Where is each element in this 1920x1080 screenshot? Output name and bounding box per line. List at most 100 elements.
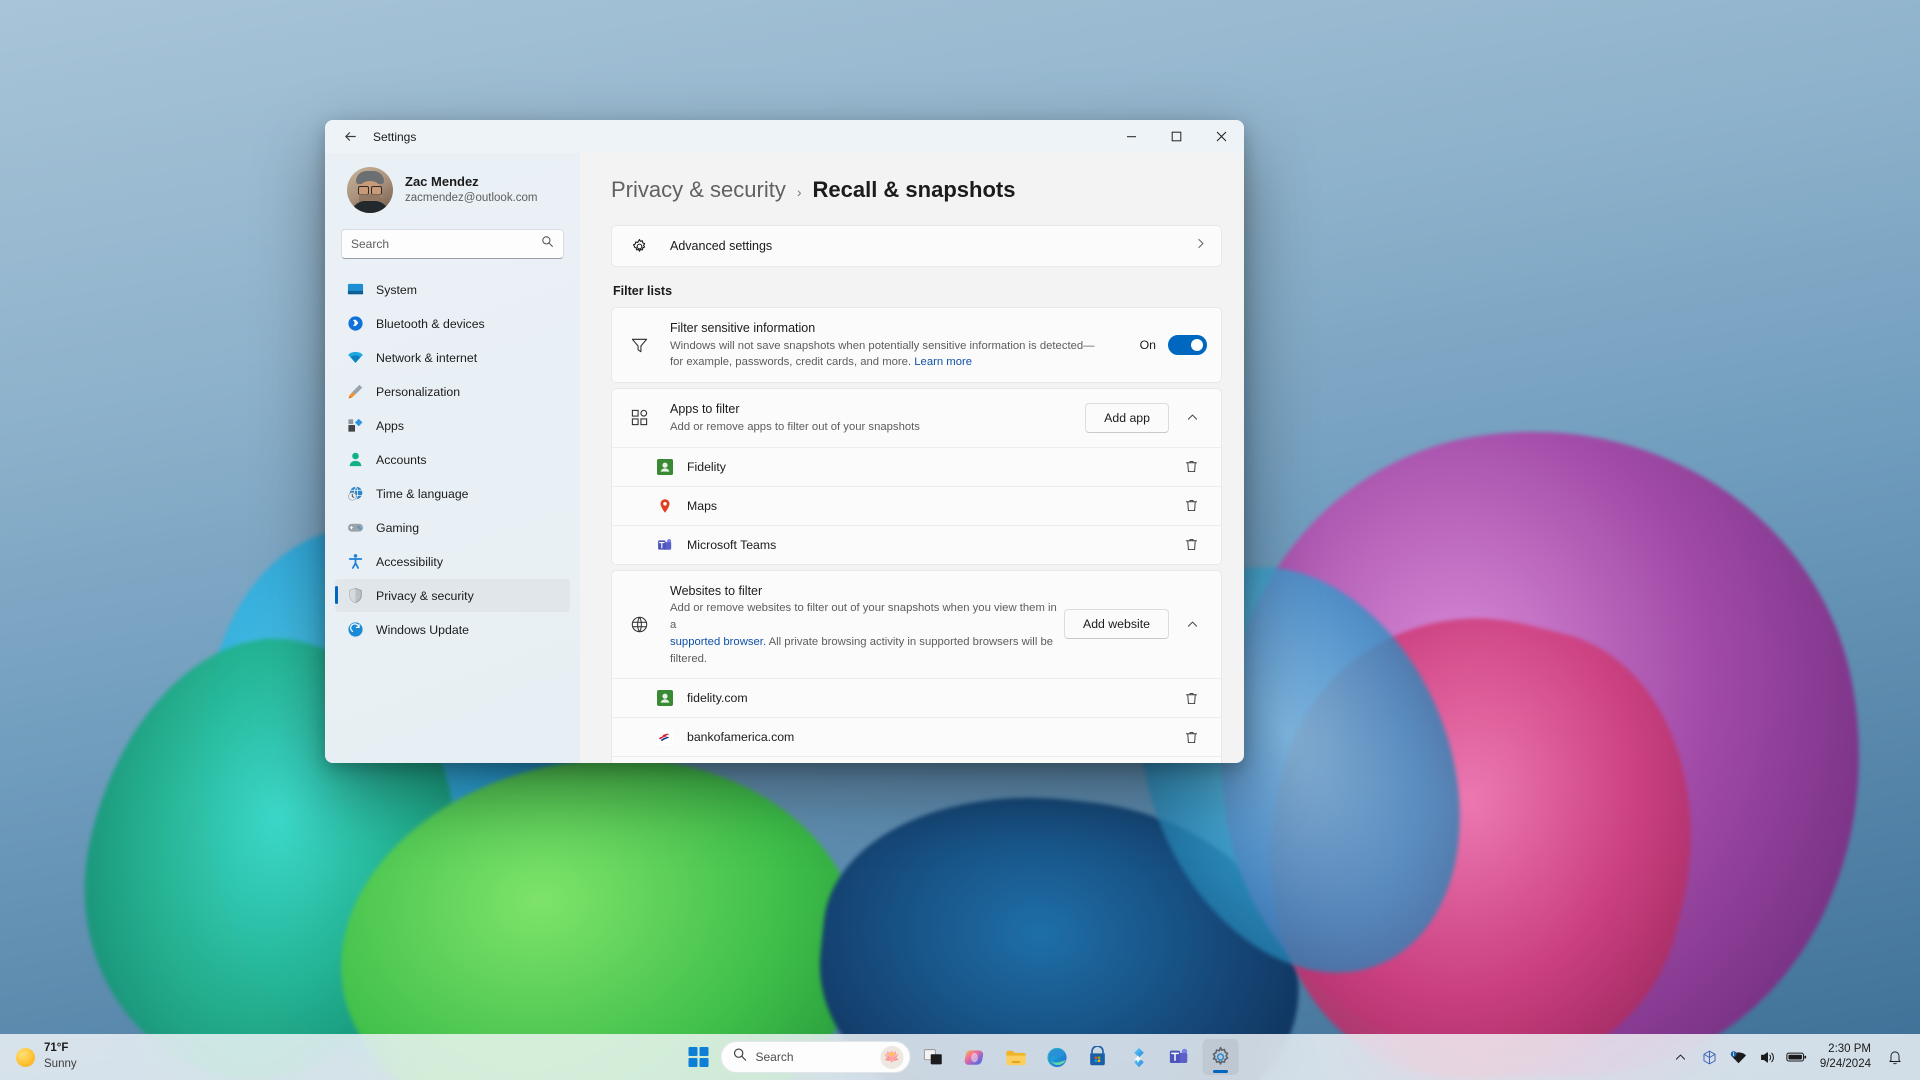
wifi-icon <box>347 349 364 366</box>
sidebar-nav: System Bluetooth & devices Network & int… <box>335 273 570 646</box>
sidebar-item-bluetooth-devices[interactable]: Bluetooth & devices <box>335 307 570 340</box>
volume-icon[interactable] <box>1754 1042 1781 1072</box>
list-item-label: Fidelity <box>687 459 726 474</box>
list-item[interactable]: bankofamerica.com <box>612 717 1221 757</box>
settings-window: Settings Zac Mendez zacmendez@outlook.co… <box>325 120 1244 763</box>
chevron-right-icon <box>1194 237 1207 255</box>
add-website-button[interactable]: Add website <box>1064 609 1169 640</box>
list-item-label: Microsoft Teams <box>687 537 777 552</box>
taskbar-app-sync[interactable] <box>1121 1039 1157 1075</box>
sidebar-item-gaming[interactable]: Gaming <box>335 511 570 544</box>
sidebar-item-apps[interactable]: Apps <box>335 409 570 442</box>
sun-icon <box>16 1047 35 1067</box>
sidebar-item-accounts[interactable]: Accounts <box>335 443 570 476</box>
taskbar-app-settings[interactable] <box>1202 1039 1239 1075</box>
avatar <box>347 167 393 213</box>
filter-sensitive-information-card: Filter sensitive information Windows wil… <box>611 307 1222 384</box>
list-item-label: bankofamerica.com <box>687 730 795 745</box>
supported-browser-link[interactable]: supported browser. <box>670 636 766 648</box>
taskbar-app-microsoft-teams[interactable] <box>1162 1039 1198 1075</box>
taskbar-app-copilot[interactable] <box>957 1039 993 1075</box>
list-item[interactable]: fidelity.com <box>612 678 1221 718</box>
list-item[interactable]: Maps <box>612 485 1221 525</box>
sidebar-item-label: Personalization <box>376 384 461 399</box>
filter-lists-heading: Filter lists <box>613 284 673 298</box>
trash-icon[interactable] <box>1177 762 1205 763</box>
profile-name: Zac Mendez <box>405 174 479 190</box>
weather-widget[interactable]: 71°F Sunny <box>0 1041 250 1072</box>
taskbar-center: Search 🪷 <box>682 1039 1239 1075</box>
breadcrumb-parent[interactable]: Privacy & security <box>611 177 786 203</box>
window-title: Settings <box>373 129 417 144</box>
bankofamerica-icon <box>657 729 673 746</box>
taskbar-search-box[interactable]: Search 🪷 <box>720 1041 911 1073</box>
apps-grid-icon <box>628 408 650 427</box>
network-icon[interactable] <box>1725 1042 1752 1072</box>
search-box[interactable] <box>341 229 564 259</box>
filter-sensitive-toggle[interactable] <box>1168 335 1207 356</box>
sidebar-item-personalization[interactable]: Personalization <box>335 375 570 408</box>
monitor-icon <box>347 281 364 298</box>
sidebar-item-time-language[interactable]: Time & language <box>335 477 570 510</box>
sidebar-item-label: System <box>376 282 417 297</box>
list-item[interactable]: tiktok.com <box>612 756 1221 763</box>
user-profile[interactable]: Zac Mendez zacmendez@outlook.com <box>335 153 570 229</box>
trash-icon[interactable] <box>1177 453 1205 481</box>
add-app-button[interactable]: Add app <box>1085 402 1169 433</box>
onedrive-icon[interactable] <box>1696 1042 1723 1072</box>
page-title: Recall & snapshots <box>812 177 1016 202</box>
fidelity-icon <box>657 690 673 707</box>
person-icon <box>347 451 364 468</box>
start-button[interactable] <box>682 1040 716 1074</box>
sidebar-item-windows-update[interactable]: Windows Update <box>335 613 570 646</box>
sidebar-item-accessibility[interactable]: Accessibility <box>335 545 570 578</box>
trash-icon[interactable] <box>1177 723 1205 751</box>
sidebar-item-privacy-security[interactable]: Privacy & security <box>335 579 570 612</box>
weather-condition: Sunny <box>44 1058 77 1070</box>
taskbar-app-task-view[interactable] <box>916 1039 952 1075</box>
filter-sensitive-desc-2: for example, passwords, credit cards, an… <box>670 356 915 369</box>
websites-desc-1: Add or remove websites to filter out of … <box>670 602 1057 632</box>
advanced-settings-card[interactable]: Advanced settings <box>611 225 1222 267</box>
back-arrow-icon[interactable] <box>333 124 367 150</box>
websites-chevron-up-icon[interactable] <box>1177 609 1207 639</box>
search-input[interactable] <box>351 237 541 251</box>
apps-icon <box>347 417 364 434</box>
filter-sensitive-title: Filter sensitive information <box>670 321 816 335</box>
clock[interactable]: 2:30 PM 9/24/2024 <box>1812 1042 1879 1072</box>
battery-icon[interactable] <box>1783 1042 1810 1072</box>
teams-icon <box>657 537 673 553</box>
trash-icon[interactable] <box>1177 531 1205 559</box>
content-area: Privacy & security › Recall & snapshots … <box>580 153 1244 763</box>
shield-icon <box>347 587 364 604</box>
list-item[interactable]: Fidelity <box>612 446 1221 486</box>
sidebar-item-label: Privacy & security <box>376 588 474 603</box>
sidebar-item-network-internet[interactable]: Network & internet <box>335 341 570 374</box>
sidebar-item-label: Accounts <box>376 452 427 467</box>
lotus-badge-icon[interactable]: 🪷 <box>880 1045 904 1069</box>
trash-icon[interactable] <box>1177 492 1205 520</box>
minimize-button[interactable] <box>1109 120 1154 153</box>
filter-sensitive-desc-1: Windows will not save snapshots when pot… <box>670 339 1095 352</box>
clock-date: 9/24/2024 <box>1819 1058 1871 1070</box>
taskbar-app-file-explorer[interactable] <box>998 1039 1034 1075</box>
apps-chevron-up-icon[interactable] <box>1177 403 1207 433</box>
taskbar-app-microsoft-edge[interactable] <box>1039 1039 1075 1075</box>
maximize-button[interactable] <box>1154 120 1199 153</box>
taskbar-search-placeholder: Search <box>755 1050 794 1064</box>
bell-icon[interactable] <box>1881 1042 1908 1072</box>
chevron-up-icon[interactable] <box>1667 1042 1694 1072</box>
trash-icon[interactable] <box>1177 684 1205 712</box>
globe-icon <box>628 615 650 634</box>
settings-scroll-area: Advanced settings Filter lists Filter se… <box>580 225 1244 763</box>
breadcrumb: Privacy & security › Recall & snapshots <box>580 177 1244 203</box>
fidelity-icon <box>657 458 673 475</box>
list-item[interactable]: Microsoft Teams <box>612 524 1221 564</box>
learn-more-link[interactable]: Learn more <box>914 356 972 368</box>
close-button[interactable] <box>1199 120 1244 153</box>
sidebar-item-system[interactable]: System <box>335 273 570 306</box>
taskbar-app-microsoft-store[interactable] <box>1080 1039 1116 1075</box>
filter-sensitive-toggle-label: On <box>1139 338 1156 353</box>
sidebar-item-label: Bluetooth & devices <box>376 316 485 331</box>
taskbar: 71°F Sunny Search 🪷 2:30 PM 9/24/2024 <box>0 1034 1920 1080</box>
